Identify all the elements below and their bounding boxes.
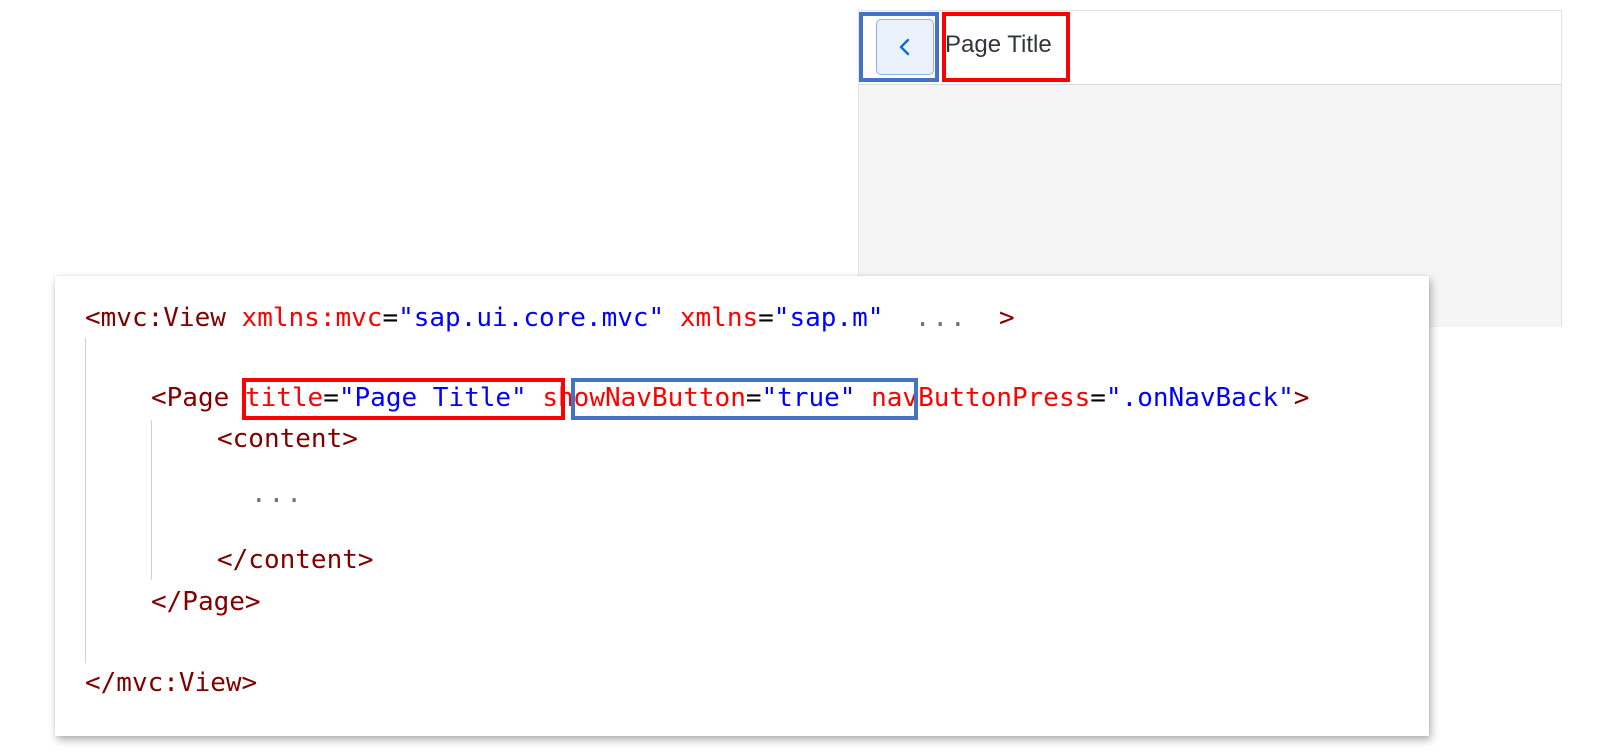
- code-line-page-close: </Page>: [151, 587, 261, 617]
- code-line-content-close: </content>: [217, 545, 374, 575]
- code-line-content-open: <content>: [217, 424, 358, 454]
- code-line-view-close: </mvc:View>: [85, 668, 258, 698]
- page-header: Page Title: [859, 11, 1561, 85]
- page-title: Page Title: [945, 31, 1052, 58]
- chevron-left-icon: [899, 38, 910, 56]
- nav-back-button[interactable]: [876, 19, 934, 75]
- indent-guide: [85, 338, 86, 663]
- indent-guide: [151, 420, 152, 580]
- code-line-page-open: <Page title="Page Title" showNavButton="…: [151, 383, 1310, 413]
- code-line-view-open: <mvc:View xmlns:mvc="sap.ui.core.mvc" xm…: [85, 303, 1015, 333]
- code-line-ellipsis: ...: [251, 479, 304, 509]
- code-snippet: <mvc:View xmlns:mvc="sap.ui.core.mvc" xm…: [55, 276, 1429, 736]
